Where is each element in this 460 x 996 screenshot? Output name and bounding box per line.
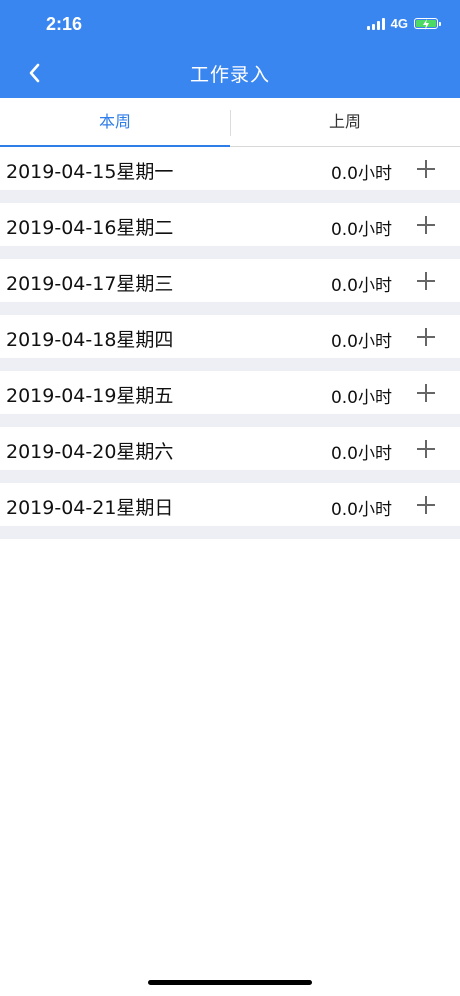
- plus-icon[interactable]: [416, 215, 436, 235]
- plus-icon[interactable]: [416, 159, 436, 179]
- battery-charging-icon: [414, 18, 441, 30]
- network-type: 4G: [390, 16, 408, 31]
- entry-hours: 0.0小时: [330, 500, 392, 520]
- entry-hours: 0.0小时: [330, 332, 392, 352]
- entry-hours: 0.0小时: [330, 444, 392, 464]
- entry-date: 2019-04-21星期日: [6, 497, 174, 519]
- entry-list: 2019-04-15星期一 0.0小时 2019-04-16星期二 0.0小时 …: [0, 147, 460, 539]
- entry-hours: 0.0小时: [330, 388, 392, 408]
- tab-this-week[interactable]: 本周: [0, 98, 230, 147]
- plus-icon[interactable]: [416, 439, 436, 459]
- entry-hours: 0.0小时: [330, 220, 392, 240]
- entry-date: 2019-04-16星期二: [6, 217, 174, 239]
- plus-icon[interactable]: [416, 495, 436, 515]
- tab-last-week[interactable]: 上周: [230, 98, 460, 146]
- entry-date: 2019-04-15星期一: [6, 161, 174, 183]
- entry-row[interactable]: 2019-04-17星期三 0.0小时: [0, 259, 460, 315]
- entry-hours: 0.0小时: [330, 276, 392, 296]
- plus-icon[interactable]: [416, 327, 436, 347]
- entry-row[interactable]: 2019-04-19星期五 0.0小时: [0, 371, 460, 427]
- entry-row[interactable]: 2019-04-15星期一 0.0小时: [0, 147, 460, 203]
- status-time: 2:16: [46, 14, 83, 34]
- page-title: 工作录入: [189, 64, 270, 86]
- entry-row[interactable]: 2019-04-16星期二 0.0小时: [0, 203, 460, 259]
- status-indicators: 4G: [366, 16, 441, 31]
- entry-date: 2019-04-20星期六: [6, 441, 174, 463]
- entry-row[interactable]: 2019-04-21星期日 0.0小时: [0, 483, 460, 539]
- entry-date: 2019-04-17星期三: [6, 273, 174, 295]
- plus-icon[interactable]: [416, 271, 436, 291]
- plus-icon[interactable]: [416, 383, 436, 403]
- entry-date: 2019-04-18星期四: [6, 329, 174, 351]
- home-indicator[interactable]: [148, 980, 312, 985]
- entry-row[interactable]: 2019-04-20星期六 0.0小时: [0, 427, 460, 483]
- entry-row[interactable]: 2019-04-18星期四 0.0小时: [0, 315, 460, 371]
- app-header: 2:16 4G 工作录入: [0, 0, 460, 98]
- entry-date: 2019-04-19星期五: [6, 385, 174, 407]
- tab-divider: [230, 110, 231, 136]
- nav-bar: 工作录入: [0, 48, 460, 98]
- signal-bars-icon: [366, 17, 385, 30]
- entry-hours: 0.0小时: [330, 164, 392, 184]
